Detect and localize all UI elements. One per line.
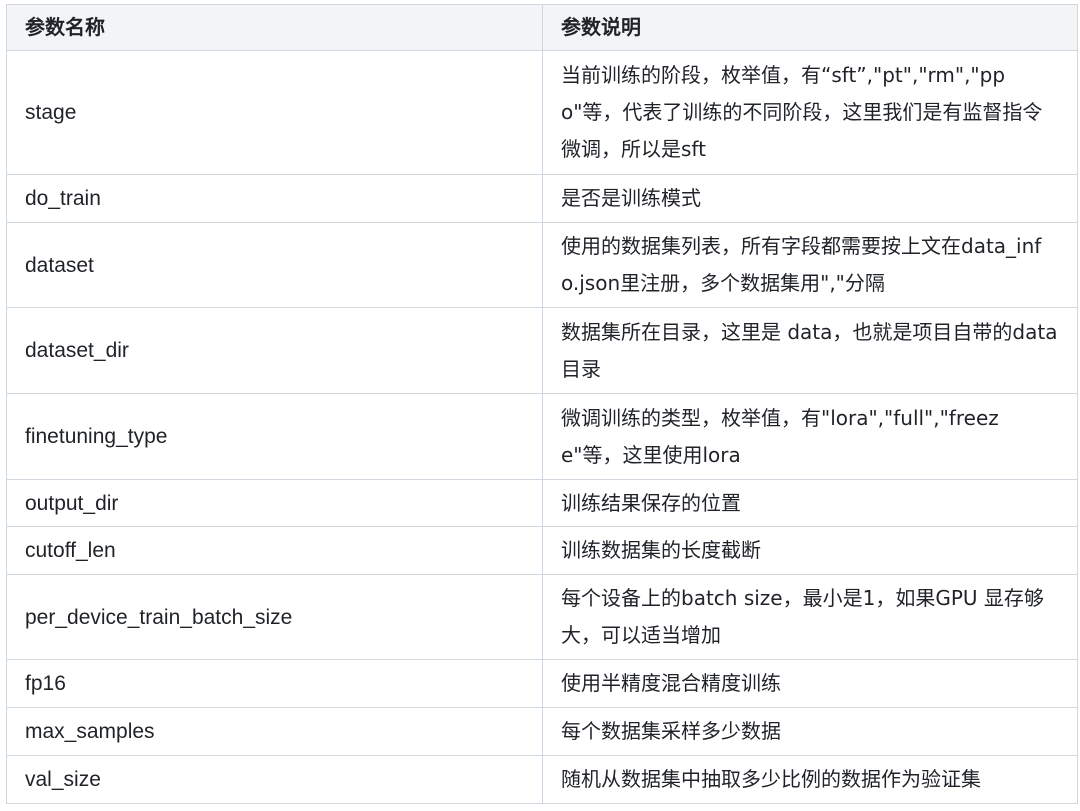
param-name-cell: dataset xyxy=(6,222,543,308)
param-name-cell: val_size xyxy=(6,755,543,804)
param-desc-cell: 数据集所在目录，这里是 data，也就是项目自带的data目录 xyxy=(542,307,1078,394)
table-row: cutoff_len 训练数据集的长度截断 xyxy=(6,526,1078,575)
param-desc-cell: 当前训练的阶段，枚举值，有“sft”,"pt","rm","ppo"等，代表了训… xyxy=(542,50,1078,175)
header-row: 参数名称 参数说明 xyxy=(6,4,1078,51)
param-desc-cell: 训练数据集的长度截断 xyxy=(542,526,1078,575)
param-desc-cell: 随机从数据集中抽取多少比例的数据作为验证集 xyxy=(542,755,1078,804)
table-row: output_dir 训练结果保存的位置 xyxy=(6,479,1078,527)
table-row: max_samples 每个数据集采样多少数据 xyxy=(6,707,1078,756)
table-body: stage 当前训练的阶段，枚举值，有“sft”,"pt","rm","ppo"… xyxy=(6,50,1078,804)
table-row: val_size 随机从数据集中抽取多少比例的数据作为验证集 xyxy=(6,755,1078,804)
table-header: 参数名称 参数说明 xyxy=(6,4,1078,51)
param-name-cell: dataset_dir xyxy=(6,307,543,394)
param-desc-cell: 使用半精度混合精度训练 xyxy=(542,659,1078,708)
param-desc-cell: 每个数据集采样多少数据 xyxy=(542,707,1078,756)
header-param-name: 参数名称 xyxy=(6,4,543,51)
param-desc-cell: 训练结果保存的位置 xyxy=(542,479,1078,527)
param-name-cell: cutoff_len xyxy=(6,526,543,575)
table-row: dataset 使用的数据集列表，所有字段都需要按上文在data_info.js… xyxy=(6,222,1078,308)
param-name-cell: fp16 xyxy=(6,659,543,708)
table-row: per_device_train_batch_size 每个设备上的batch … xyxy=(6,574,1078,660)
param-desc-cell: 微调训练的类型，枚举值，有"lora","full","freeze"等，这里使… xyxy=(542,393,1078,480)
param-name-cell: output_dir xyxy=(6,479,543,527)
param-desc-cell: 每个设备上的batch size，最小是1，如果GPU 显存够大，可以适当增加 xyxy=(542,574,1078,660)
param-name-cell: do_train xyxy=(6,174,543,223)
param-name-cell: per_device_train_batch_size xyxy=(6,574,543,660)
param-name-cell: stage xyxy=(6,50,543,175)
parameter-table: 参数名称 参数说明 stage 当前训练的阶段，枚举值，有“sft”,"pt",… xyxy=(6,4,1078,804)
table-row: dataset_dir 数据集所在目录，这里是 data，也就是项目自带的dat… xyxy=(6,307,1078,394)
table-row: finetuning_type 微调训练的类型，枚举值，有"lora","ful… xyxy=(6,393,1078,480)
table-row: do_train 是否是训练模式 xyxy=(6,174,1078,223)
table-row: fp16 使用半精度混合精度训练 xyxy=(6,659,1078,708)
header-param-desc: 参数说明 xyxy=(542,4,1078,51)
param-name-cell: finetuning_type xyxy=(6,393,543,480)
table-row: stage 当前训练的阶段，枚举值，有“sft”,"pt","rm","ppo"… xyxy=(6,50,1078,175)
param-desc-cell: 是否是训练模式 xyxy=(542,174,1078,223)
param-desc-cell: 使用的数据集列表，所有字段都需要按上文在data_info.json里注册，多个… xyxy=(542,222,1078,308)
param-name-cell: max_samples xyxy=(6,707,543,756)
